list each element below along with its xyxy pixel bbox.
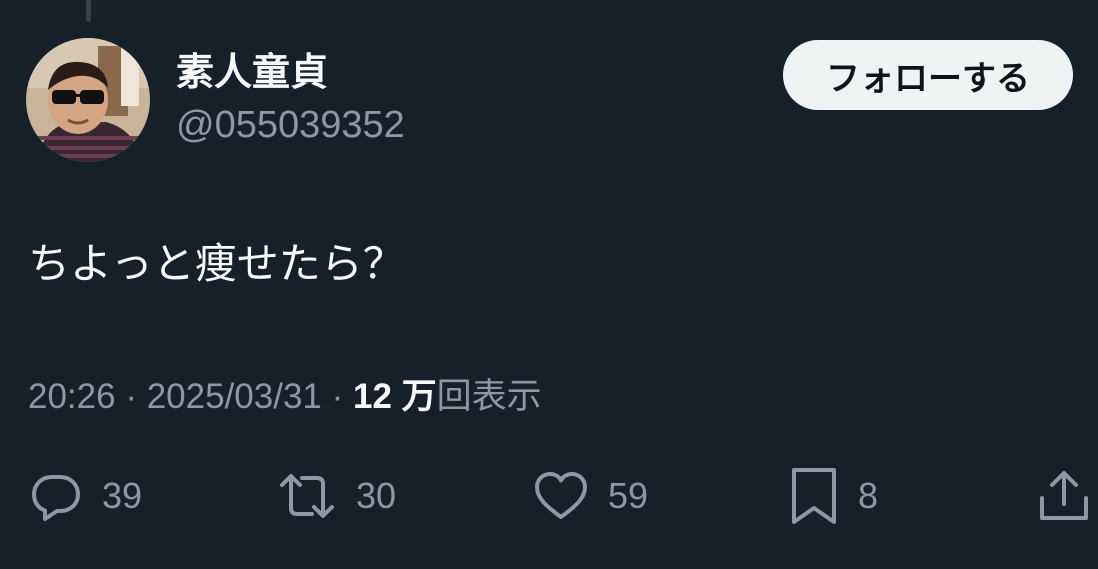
retweet-button[interactable]: 30 <box>276 466 396 526</box>
tweet-text: ちよっと痩せたら？ <box>28 240 405 287</box>
bookmark-button[interactable]: 8 <box>788 466 878 526</box>
views-label: 回表示 <box>436 377 542 416</box>
heart-icon <box>532 468 590 524</box>
meta-separator: · <box>125 377 137 416</box>
action-bar: 39 30 59 8 <box>0 466 1098 526</box>
like-button[interactable]: 59 <box>532 466 648 526</box>
share-icon <box>1036 468 1092 524</box>
share-button[interactable] <box>1036 466 1092 526</box>
tweet-date[interactable]: 2025/03/31 <box>147 377 322 416</box>
meta-separator: · <box>331 377 344 416</box>
avatar[interactable] <box>26 38 150 162</box>
follow-button[interactable]: フォローする <box>783 40 1073 110</box>
like-count: 59 <box>608 475 649 516</box>
thread-connector-line <box>86 0 91 22</box>
views-count: 12 万 <box>353 377 437 416</box>
reply-icon <box>28 468 84 524</box>
reply-count: 39 <box>102 475 143 516</box>
retweet-icon <box>276 468 338 524</box>
tweet-time[interactable]: 20:26 <box>28 377 116 416</box>
avatar-image <box>26 38 150 162</box>
reply-button[interactable]: 39 <box>28 466 142 526</box>
user-handle[interactable]: @055039352 <box>176 102 405 148</box>
bookmark-icon <box>788 466 840 526</box>
retweet-count: 30 <box>356 475 397 516</box>
tweet-meta: 20:26 · 2025/03/31 · 12 万回表示 <box>28 374 542 420</box>
display-name[interactable]: 素人童貞 <box>176 50 328 96</box>
bookmark-count: 8 <box>858 475 879 516</box>
